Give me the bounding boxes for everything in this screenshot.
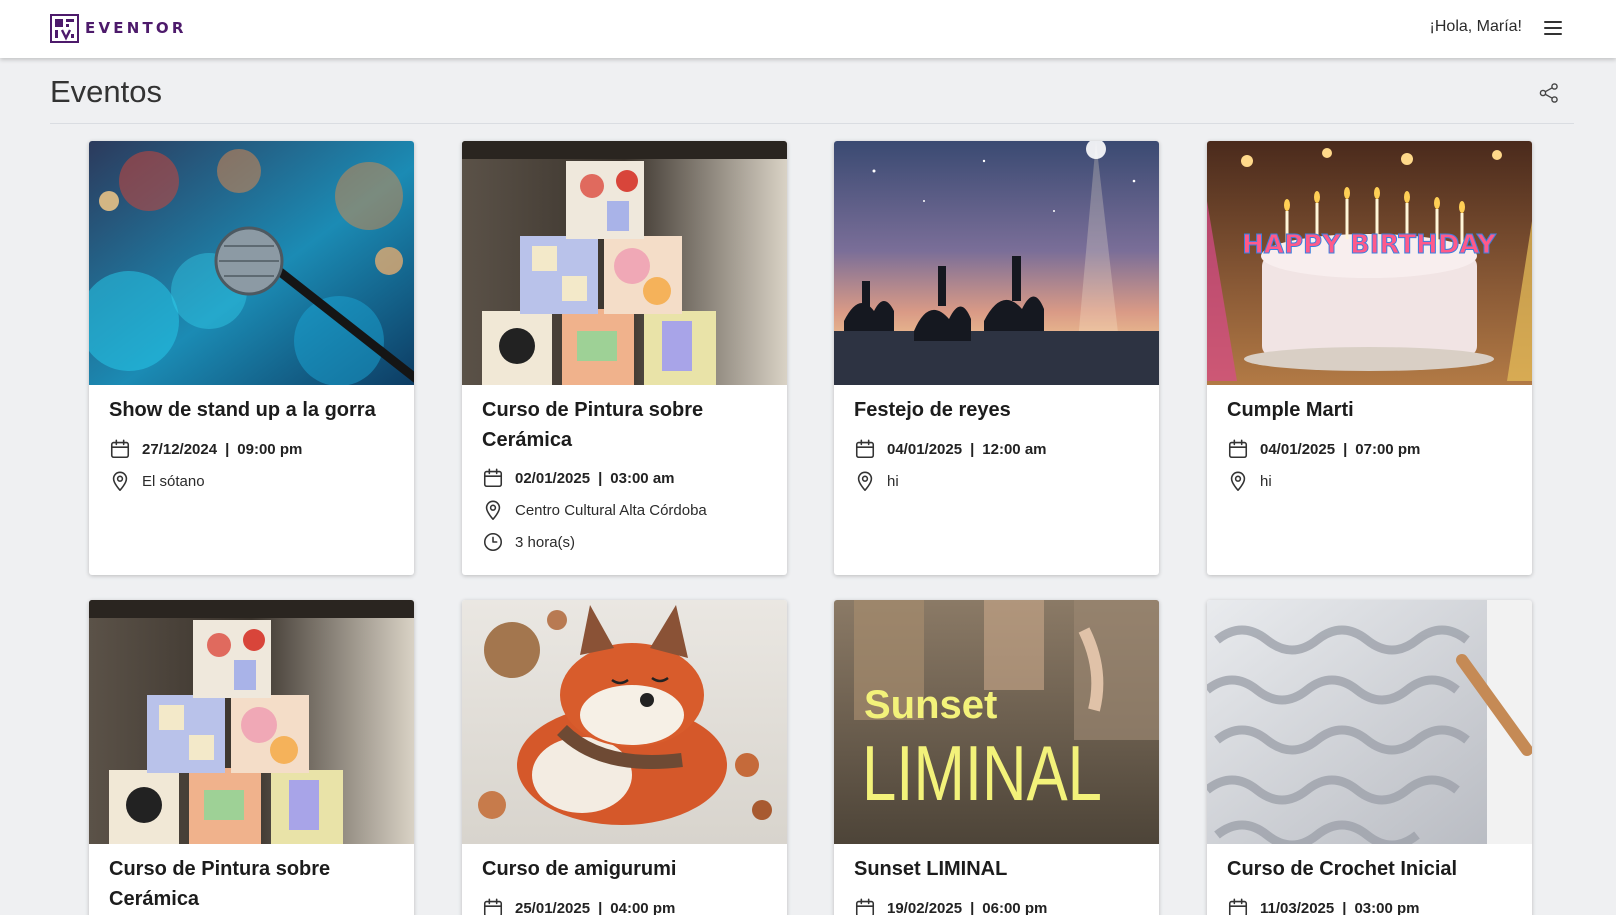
sunset-image-text: Sunset bbox=[864, 683, 997, 727]
event-image-birthday: HAPPY BIRTHDAY bbox=[1207, 141, 1532, 385]
event-date: 04/01/2025 bbox=[887, 440, 963, 458]
event-date-row: 02/01/2025 | 03:00 am bbox=[482, 467, 675, 489]
page-title: Eventos bbox=[50, 74, 163, 109]
eventor-logo[interactable]: EVENTOR bbox=[50, 13, 187, 43]
event-date: 04/01/2025 bbox=[1260, 440, 1336, 458]
calendar-icon bbox=[854, 438, 876, 460]
logo-wordmark: EVENTOR bbox=[85, 19, 187, 37]
event-card[interactable]: Sunset LIMINAL Sunset LIMINAL 19/02/2025… bbox=[834, 600, 1159, 915]
event-time: 06:00 pm bbox=[982, 899, 1048, 915]
calendar-icon bbox=[854, 897, 876, 915]
event-image-amigurumi bbox=[462, 600, 787, 844]
event-time: 04:00 pm bbox=[610, 899, 676, 915]
birthday-candle-text: HAPPY BIRTHDAY bbox=[1242, 230, 1497, 260]
event-time: 09:00 pm bbox=[237, 440, 303, 458]
event-title: Curso de amigurumi bbox=[482, 858, 677, 880]
event-card[interactable]: Show de stand up a la gorra 27/12/2024 | 0… bbox=[89, 141, 414, 575]
calendar-icon bbox=[109, 438, 131, 460]
event-duration-row: 3 hora(s) bbox=[482, 531, 575, 553]
event-image-sunset-liminal: Sunset LIMINAL bbox=[834, 600, 1159, 844]
event-date: 11/03/2025 bbox=[1260, 899, 1335, 915]
event-card[interactable]: Festejo de reyes 04/01/2025 | 12:00 am hi bbox=[834, 141, 1159, 575]
share-icon[interactable] bbox=[1538, 82, 1560, 104]
event-date-row: 25/01/2025 | 04:00 pm bbox=[482, 897, 675, 915]
event-location-row: Centro Cultural Alta Córdoba bbox=[482, 499, 707, 521]
event-time: 03:00 pm bbox=[1354, 899, 1420, 915]
calendar-icon bbox=[1227, 438, 1249, 460]
event-date: 02/01/2025 bbox=[515, 469, 591, 487]
event-card[interactable]: Curso de Pintura sobre Cerámica 02/01/20… bbox=[462, 141, 787, 575]
hamburger-menu-icon[interactable] bbox=[1542, 17, 1564, 39]
event-title: Curso de Pintura sobre Cerámica bbox=[109, 858, 331, 910]
event-location: El sótano bbox=[142, 472, 205, 490]
event-card[interactable]: Curso de Crochet Inicial 11/03/2025 | 03:0… bbox=[1207, 600, 1532, 915]
event-date: 25/01/2025 bbox=[515, 899, 591, 915]
map-pin-icon bbox=[482, 499, 504, 521]
event-location: Centro Cultural Alta Córdoba bbox=[515, 501, 707, 519]
event-date-row: 11/03/2025 | 03:00 pm bbox=[1227, 897, 1420, 915]
event-card[interactable]: Curso de amigurumi 25/01/2025 | 04:00 pm bbox=[462, 600, 787, 915]
event-image-ceramics bbox=[462, 141, 787, 385]
event-card[interactable]: Curso de Pintura sobre Cerámica bbox=[89, 600, 414, 915]
map-pin-icon bbox=[1227, 470, 1249, 492]
event-duration: 3 hora(s) bbox=[515, 533, 576, 551]
event-date-row: 04/01/2025 | 07:00 pm bbox=[1227, 438, 1420, 460]
user-greeting: ¡Hola, María! bbox=[1429, 18, 1522, 35]
calendar-icon bbox=[482, 897, 504, 915]
event-image-ceramics bbox=[89, 600, 414, 844]
event-title: Curso de Pintura sobre Cerámica bbox=[482, 399, 704, 451]
title-divider bbox=[50, 123, 1574, 124]
event-title: Sunset LIMINAL bbox=[854, 858, 1008, 880]
event-time: 07:00 pm bbox=[1355, 440, 1421, 458]
event-time: 12:00 am bbox=[982, 440, 1047, 458]
logo-icon bbox=[50, 13, 79, 43]
liminal-image-text: LIMINAL bbox=[862, 729, 1102, 817]
map-pin-icon bbox=[109, 470, 131, 492]
event-date-row: 04/01/2025 | 12:00 am bbox=[854, 438, 1047, 460]
calendar-icon bbox=[482, 467, 504, 489]
event-title: Cumple Marti bbox=[1227, 399, 1354, 421]
event-location: hi bbox=[1260, 472, 1272, 490]
top-navigation-bar: EVENTOR ¡Hola, María! bbox=[0, 0, 1616, 58]
calendar-icon bbox=[1227, 897, 1249, 915]
event-date-row: 27/12/2024 | 09:00 pm bbox=[109, 438, 302, 460]
event-date: 27/12/2024 bbox=[142, 440, 218, 458]
event-time: 03:00 am bbox=[610, 469, 675, 487]
event-title: Show de stand up a la gorra bbox=[109, 399, 376, 421]
event-image-reyes bbox=[834, 141, 1159, 385]
event-location: hi bbox=[887, 472, 899, 490]
map-pin-icon bbox=[854, 470, 876, 492]
event-image-crochet bbox=[1207, 600, 1532, 844]
event-location-row: hi bbox=[1227, 470, 1272, 492]
event-date-row: 19/02/2025 | 06:00 pm bbox=[854, 897, 1047, 915]
event-location-row: hi bbox=[854, 470, 899, 492]
event-location-row: El sótano bbox=[109, 470, 205, 492]
event-title: Festejo de reyes bbox=[854, 399, 1011, 421]
event-image-standup bbox=[89, 141, 414, 385]
event-title: Curso de Crochet Inicial bbox=[1227, 858, 1458, 880]
clock-icon bbox=[482, 531, 504, 553]
event-card[interactable]: HAPPY BIRTHDAY Cumple Marti 04/01/2025 | 0… bbox=[1207, 141, 1532, 575]
event-date: 19/02/2025 bbox=[887, 899, 963, 915]
